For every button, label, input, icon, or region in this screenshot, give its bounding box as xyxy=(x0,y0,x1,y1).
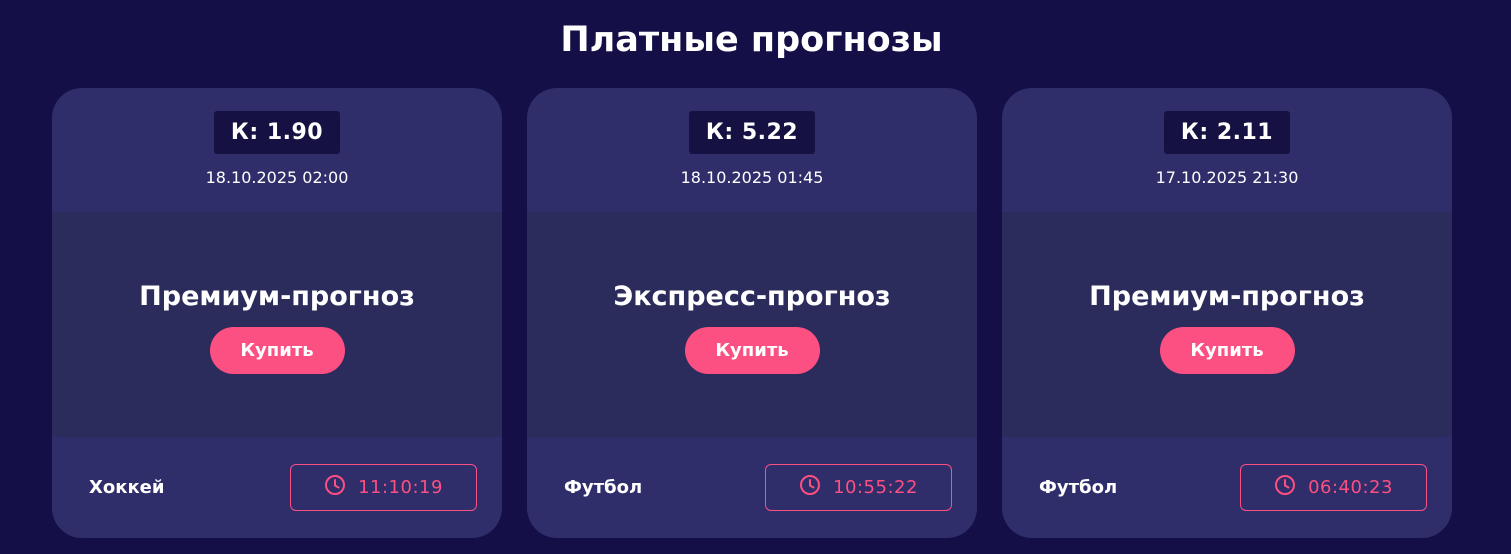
coefficient-badge: К: 2.11 xyxy=(1163,111,1291,154)
coefficient-badge: К: 1.90 xyxy=(213,111,341,154)
sport-label: Футбол xyxy=(564,477,643,498)
timer-value: 10:55:22 xyxy=(833,477,918,498)
sport-label: Футбол xyxy=(1039,477,1118,498)
sport-label: Хоккей xyxy=(89,477,165,498)
coefficient-badge: К: 5.22 xyxy=(688,111,816,154)
forecast-type: Премиум-прогноз xyxy=(139,281,415,312)
card-footer: Хоккей 11:10:19 xyxy=(52,437,502,538)
timer-value: 11:10:19 xyxy=(358,477,443,498)
timer-value: 06:40:23 xyxy=(1308,477,1393,498)
paid-forecasts-list: К: 1.90 18.10.2025 02:00 Премиум-прогноз… xyxy=(52,88,1452,538)
forecast-type: Экспресс-прогноз xyxy=(613,281,891,312)
forecast-card: К: 1.90 18.10.2025 02:00 Премиум-прогноз… xyxy=(52,88,502,538)
card-body: Премиум-прогноз Купить xyxy=(1002,212,1452,437)
card-body: Экспресс-прогноз Купить xyxy=(527,212,977,437)
forecast-card: К: 5.22 18.10.2025 01:45 Экспресс-прогно… xyxy=(527,88,977,538)
card-footer: Футбол 10:55:22 xyxy=(527,437,977,538)
match-date: 18.10.2025 02:00 xyxy=(205,168,349,187)
countdown-timer: 10:55:22 xyxy=(765,464,952,511)
card-header: К: 5.22 18.10.2025 01:45 xyxy=(527,88,977,212)
card-footer: Футбол 06:40:23 xyxy=(1002,437,1452,538)
forecast-type: Премиум-прогноз xyxy=(1089,281,1365,312)
buy-button[interactable]: Купить xyxy=(684,327,820,374)
card-header: К: 1.90 18.10.2025 02:00 xyxy=(52,88,502,212)
match-date: 17.10.2025 21:30 xyxy=(1155,168,1299,187)
countdown-timer: 11:10:19 xyxy=(290,464,477,511)
clock-icon xyxy=(324,474,346,496)
match-date: 18.10.2025 01:45 xyxy=(680,168,824,187)
buy-button[interactable]: Купить xyxy=(209,327,345,374)
buy-button[interactable]: Купить xyxy=(1159,327,1295,374)
forecast-card: К: 2.11 17.10.2025 21:30 Премиум-прогноз… xyxy=(1002,88,1452,538)
page-title: Платные прогнозы xyxy=(560,20,943,60)
countdown-timer: 06:40:23 xyxy=(1240,464,1427,511)
card-body: Премиум-прогноз Купить xyxy=(52,212,502,437)
clock-icon xyxy=(1274,474,1296,496)
card-header: К: 2.11 17.10.2025 21:30 xyxy=(1002,88,1452,212)
clock-icon xyxy=(799,474,821,496)
